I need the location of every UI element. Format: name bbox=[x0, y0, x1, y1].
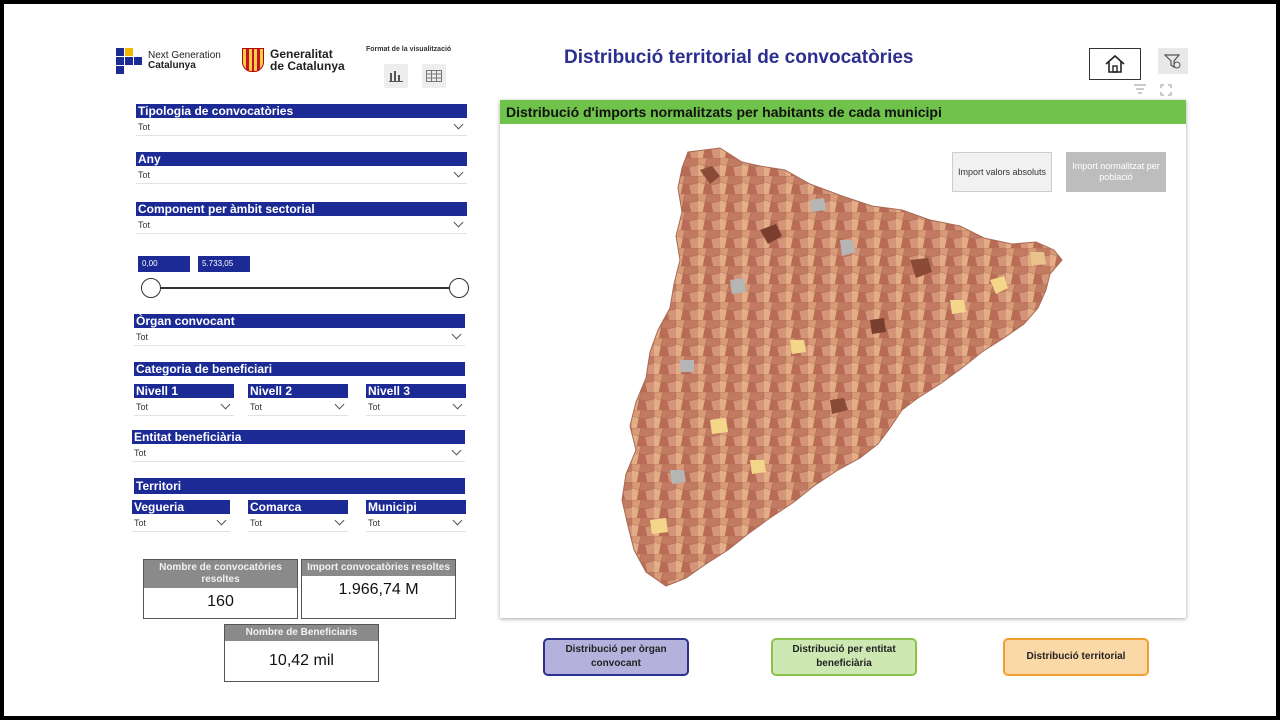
card-convocatories-value: 160 bbox=[207, 593, 234, 610]
nivell2-dropdown[interactable]: Tot bbox=[248, 398, 348, 416]
page-title: Distribució territorial de convocatòries bbox=[564, 47, 914, 68]
range-max-input[interactable]: 5.733,05 bbox=[198, 256, 250, 272]
any-value: Tot bbox=[138, 169, 151, 180]
chevron-down-icon bbox=[334, 399, 345, 410]
home-button[interactable] bbox=[1089, 48, 1141, 80]
any-label: Any bbox=[136, 152, 467, 166]
range-slider-max-handle[interactable] bbox=[449, 278, 469, 298]
ngc-logo-line2: Catalunya bbox=[148, 60, 196, 71]
municipi-label: Municipi bbox=[366, 500, 466, 514]
organ-dropdown[interactable]: Tot bbox=[134, 328, 465, 346]
chevron-down-icon bbox=[452, 515, 463, 526]
comarca-value: Tot bbox=[250, 517, 263, 528]
nav-organ-button[interactable]: Distribució per òrgan convocant bbox=[543, 638, 689, 676]
chart-format-button[interactable] bbox=[384, 64, 408, 88]
component-dropdown[interactable]: Tot bbox=[136, 216, 467, 234]
any-dropdown[interactable]: Tot bbox=[136, 166, 467, 184]
organ-label: Òrgan convocant bbox=[134, 314, 465, 328]
table-icon bbox=[426, 70, 442, 82]
nav-territorial-button[interactable]: Distribució territorial bbox=[1003, 638, 1149, 676]
range-slider-track[interactable] bbox=[152, 287, 460, 289]
chevron-down-icon bbox=[216, 515, 227, 526]
nav-entitat-button[interactable]: Distribució per entitat beneficiària bbox=[771, 638, 917, 676]
range-min-input[interactable]: 0,00 bbox=[138, 256, 190, 272]
clear-filters-button[interactable] bbox=[1158, 48, 1188, 74]
nivell2-value: Tot bbox=[250, 401, 263, 412]
nivell3-label: Nivell 3 bbox=[366, 384, 466, 398]
comarca-label: Comarca bbox=[248, 500, 348, 514]
card-convocatories-label: Nombre de convocatòries resoltes bbox=[144, 560, 297, 588]
municipi-value: Tot bbox=[368, 517, 381, 528]
vegueria-dropdown[interactable]: Tot bbox=[132, 514, 230, 532]
catalonia-choropleth-map[interactable] bbox=[610, 140, 1090, 590]
map-title: Distribució d'imports normalitzats per h… bbox=[500, 100, 1186, 124]
card-import: Import convocatòries resoltes 1.966,74 M bbox=[301, 559, 456, 619]
component-label: Component per àmbit sectorial bbox=[136, 202, 467, 216]
nivell1-dropdown[interactable]: Tot bbox=[134, 398, 234, 416]
gen-logo-line2: de Catalunya bbox=[270, 59, 345, 73]
chevron-down-icon bbox=[220, 399, 231, 410]
card-beneficiaris: Nombre de Beneficiaris 10,42 mil bbox=[224, 624, 379, 682]
next-generation-logo: Next Generation Catalunya bbox=[116, 48, 221, 74]
comarca-dropdown[interactable]: Tot bbox=[248, 514, 348, 532]
municipi-dropdown[interactable]: Tot bbox=[366, 514, 466, 532]
home-icon bbox=[1105, 54, 1125, 73]
range-slider-min-handle[interactable] bbox=[141, 278, 161, 298]
nivell1-value: Tot bbox=[136, 401, 149, 412]
card-beneficiaris-label: Nombre de Beneficiaris bbox=[225, 625, 378, 641]
nivell3-value: Tot bbox=[368, 401, 381, 412]
nivell1-label: Nivell 1 bbox=[134, 384, 234, 398]
territori-label: Territori bbox=[134, 478, 465, 494]
chevron-down-icon bbox=[334, 515, 345, 526]
entitat-dropdown[interactable]: Tot bbox=[132, 444, 465, 462]
generalitat-logo: Generalitat de Catalunya bbox=[242, 48, 345, 72]
tipologia-value: Tot bbox=[138, 121, 151, 132]
nivell2-label: Nivell 2 bbox=[248, 384, 348, 398]
card-beneficiaris-value: 10,42 mil bbox=[269, 652, 334, 669]
tipologia-label: Tipologia de convocatòries bbox=[136, 104, 467, 118]
nivell3-dropdown[interactable]: Tot bbox=[366, 398, 466, 416]
tipologia-dropdown[interactable]: Tot bbox=[136, 118, 467, 136]
filter-icon[interactable] bbox=[1134, 84, 1146, 94]
entitat-label: Entitat beneficiària bbox=[132, 430, 465, 444]
chevron-down-icon bbox=[453, 119, 464, 130]
card-import-label: Import convocatòries resoltes bbox=[302, 560, 455, 576]
ngc-grid-icon bbox=[116, 48, 142, 74]
card-convocatories: Nombre de convocatòries resoltes 160 bbox=[143, 559, 298, 619]
vegueria-label: Vegueria bbox=[132, 500, 230, 514]
chevron-down-icon bbox=[451, 445, 462, 456]
chevron-down-icon bbox=[453, 217, 464, 228]
focus-mode-icon[interactable] bbox=[1160, 84, 1172, 96]
component-value: Tot bbox=[138, 219, 151, 230]
card-import-value: 1.966,74 M bbox=[338, 581, 419, 598]
senyera-icon bbox=[242, 48, 264, 72]
vegueria-value: Tot bbox=[134, 517, 147, 528]
entitat-value: Tot bbox=[134, 447, 147, 458]
map-panel: Distribució d'imports normalitzats per h… bbox=[500, 100, 1186, 618]
chevron-down-icon bbox=[453, 167, 464, 178]
chevron-down-icon bbox=[452, 399, 463, 410]
table-format-button[interactable] bbox=[422, 64, 446, 88]
organ-value: Tot bbox=[136, 331, 149, 342]
eraser-filter-icon bbox=[1164, 54, 1181, 69]
bar-chart-icon bbox=[389, 71, 403, 82]
categoria-label: Categoria de beneficiari bbox=[134, 362, 465, 376]
chevron-down-icon bbox=[451, 329, 462, 340]
format-title: Format de la visualització bbox=[366, 46, 452, 53]
